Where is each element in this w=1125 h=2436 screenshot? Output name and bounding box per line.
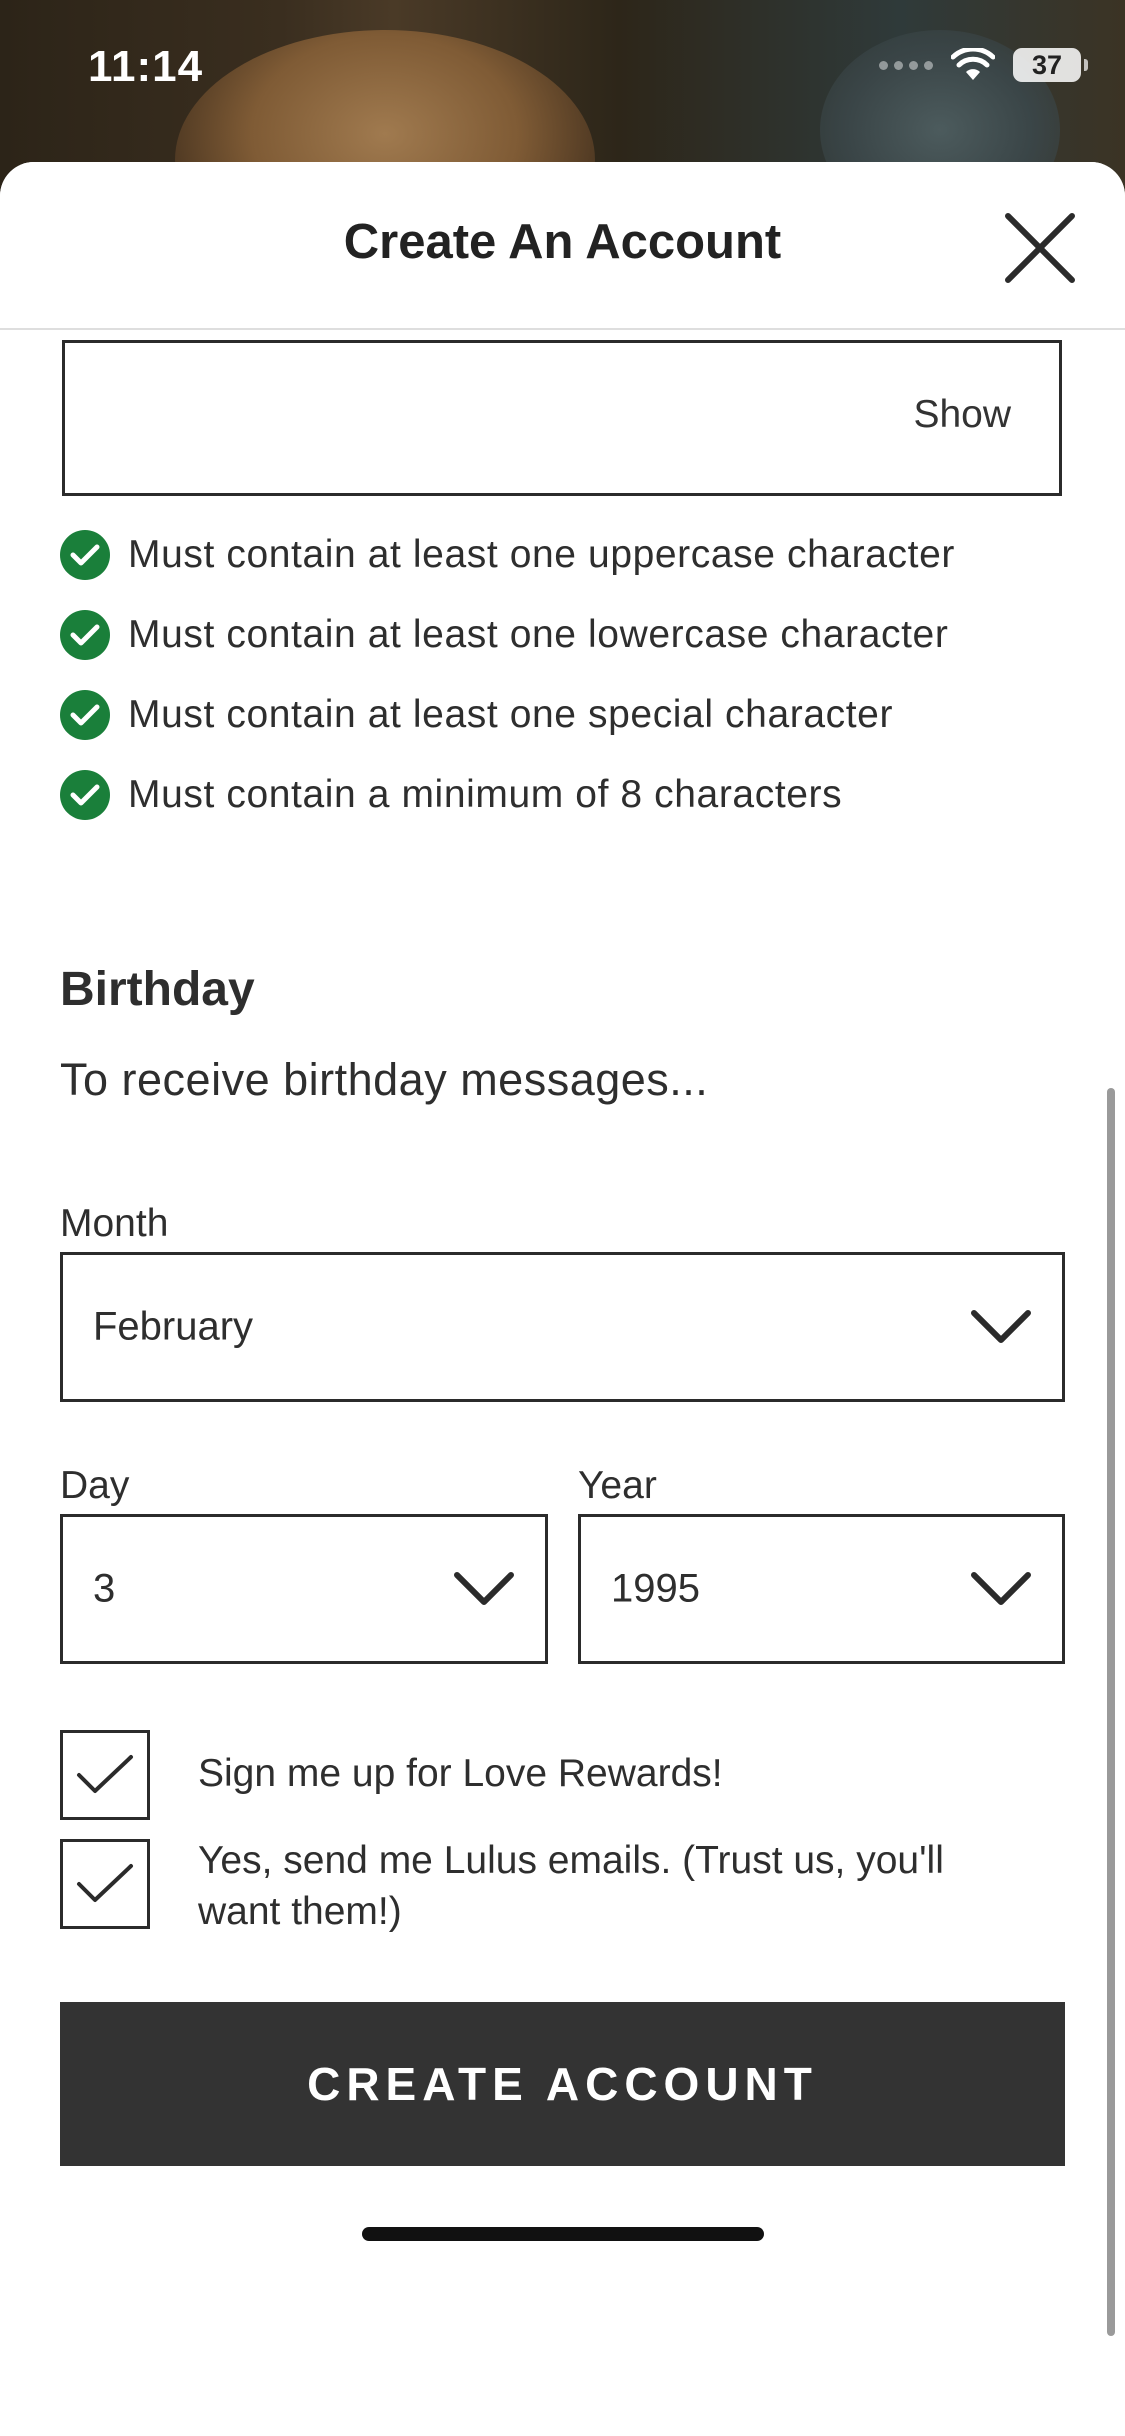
day-value: 3 <box>93 1566 116 1611</box>
day-label: Day <box>60 1464 130 1507</box>
password-input[interactable]: Show <box>62 340 1062 496</box>
check-circle-icon <box>60 530 110 580</box>
year-value: 1995 <box>611 1566 700 1611</box>
wifi-icon <box>951 48 995 80</box>
password-rule-uppercase: Must contain at least one uppercase char… <box>60 530 955 580</box>
close-icon <box>1005 213 1075 283</box>
create-account-sheet: Create An Account Show Must contain at l… <box>0 162 1125 2436</box>
password-rule-length: Must contain a minimum of 8 characters <box>60 770 842 820</box>
year-label: Year <box>578 1464 657 1507</box>
love-rewards-checkbox[interactable] <box>60 1730 150 1820</box>
home-indicator[interactable] <box>362 2227 764 2241</box>
create-account-button[interactable]: CREATE ACCOUNT <box>60 2002 1065 2166</box>
emails-opt-in: Yes, send me Lulus emails. (Trust us, yo… <box>60 1839 998 1937</box>
check-circle-icon <box>60 770 110 820</box>
scrollbar[interactable] <box>1107 1088 1115 2336</box>
chevron-down-icon <box>971 1572 1031 1605</box>
status-icons: 37 <box>879 48 1088 82</box>
emails-checkbox[interactable] <box>60 1839 150 1929</box>
year-select[interactable]: 1995 <box>578 1514 1065 1664</box>
status-time: 11:14 <box>88 42 204 91</box>
password-rule-text: Must contain at least one lowercase char… <box>128 613 949 656</box>
close-button[interactable] <box>1000 208 1080 288</box>
day-select[interactable]: 3 <box>60 1514 548 1664</box>
check-circle-icon <box>60 690 110 740</box>
love-rewards-label: Sign me up for Love Rewards! <box>198 1752 723 1795</box>
emails-label: Yes, send me Lulus emails. (Trust us, yo… <box>198 1839 944 1933</box>
checkmark-icon <box>77 1864 133 1902</box>
month-value: February <box>93 1304 254 1349</box>
password-rule-special: Must contain at least one special charac… <box>60 690 893 740</box>
cellular-signal-icon <box>879 60 933 70</box>
chevron-down-icon <box>971 1310 1031 1343</box>
password-rule-lowercase: Must contain at least one lowercase char… <box>60 610 948 660</box>
password-rule-text: Must contain at least one uppercase char… <box>128 533 955 576</box>
birthday-subtitle: To receive birthday messages... <box>60 1054 709 1105</box>
password-rule-text: Must contain a minimum of 8 characters <box>128 773 843 816</box>
birthday-heading: Birthday <box>60 963 255 1016</box>
chevron-down-icon <box>454 1572 514 1605</box>
love-rewards-opt-in: Sign me up for Love Rewards! <box>60 1730 998 1820</box>
show-password-toggle[interactable]: Show <box>913 393 1011 437</box>
page-title: Create An Account <box>343 215 782 269</box>
checkmark-icon <box>77 1755 133 1793</box>
sheet-header: Create An Account <box>0 162 1125 330</box>
check-circle-icon <box>60 610 110 660</box>
battery-icon: 37 <box>1013 48 1088 82</box>
password-rule-text: Must contain at least one special charac… <box>128 693 894 736</box>
month-select[interactable]: February <box>60 1252 1065 1402</box>
month-label: Month <box>60 1202 169 1245</box>
